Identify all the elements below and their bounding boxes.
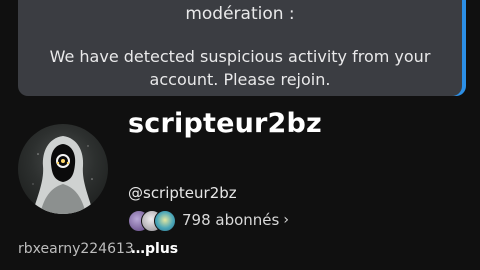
moderation-dialog: modération : We have detected suspicious… <box>18 0 462 96</box>
hooded-figure-icon <box>32 136 94 214</box>
profile-bio: rbxearny224613 <box>18 241 134 257</box>
profile-avatar[interactable] <box>18 124 108 214</box>
follower-avatars <box>128 209 178 232</box>
chevron-right-icon: › <box>283 212 289 228</box>
follower-avatar <box>154 210 176 232</box>
followers-button[interactable]: 798 abonnés › <box>128 208 289 232</box>
bio-more-link[interactable]: …plus <box>131 241 178 257</box>
dialog-heading: modération : <box>185 4 295 24</box>
profile-display-name: scripteur2bz <box>128 108 322 139</box>
profile-handle: @scripteur2bz <box>128 184 237 202</box>
followers-count: 798 abonnés <box>182 211 280 229</box>
profile-page: modération : We have detected suspicious… <box>0 0 480 270</box>
dialog-message: We have detected suspicious activity fro… <box>49 47 431 89</box>
